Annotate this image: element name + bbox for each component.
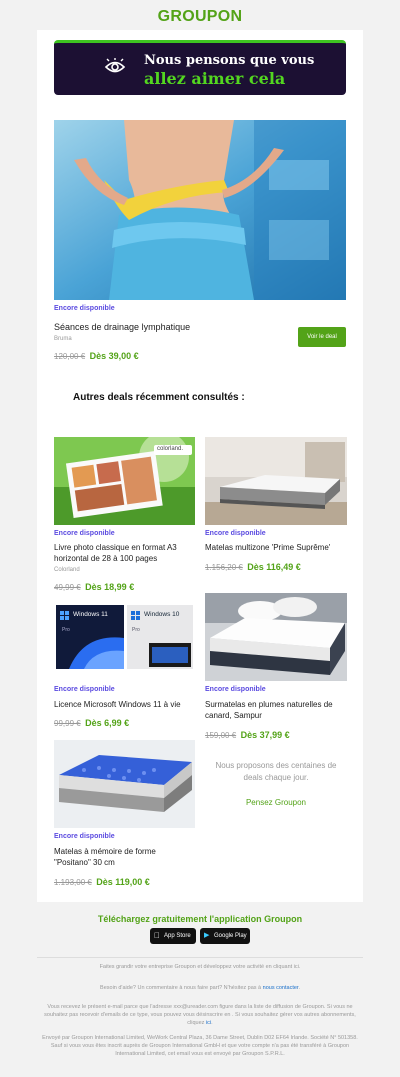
apple-icon:  [154,928,160,944]
deal-status: Encore disponible [205,686,266,693]
deal-prices: 99,99 € Dès 6,99 € [54,713,129,731]
footer-help: Besoin d'aide? Un commentaire à nous fai… [100,985,300,991]
deal-new-price: Dès 116,49 € [247,562,301,572]
deal-old-price: 1.156,20 € [205,563,243,572]
more-deals-text: Nous proposons des centaines de deals ch… [215,761,337,782]
win11-label: Windows 11 [73,611,108,618]
email-card: Nous pensons que vous allez aimer cela E… [37,30,363,902]
deal-image-windows[interactable]: Windows 11 Pro Windows 10 Pro [54,603,195,671]
featured-new-price: Dès 39,00 € [89,351,139,361]
contact-link[interactable]: nous contacter [263,985,299,991]
deal-merchant: Colorland [54,567,80,573]
win10-label: Windows 10 [144,611,180,618]
deal-image-memory-foam[interactable] [54,740,195,828]
deal-new-price: Dès 18,99 € [85,582,135,592]
featured-deal-image[interactable] [54,120,346,300]
featured-old-price: 120,00 € [54,352,86,361]
recommend-banner: Nous pensons que vous allez aimer cela [54,40,346,95]
deal-prices: 159,00 € Dès 37,99 € [205,725,290,743]
featured-title[interactable]: Séances de drainage lymphatique [54,322,284,333]
deal-old-price: 49,99 € [54,583,81,592]
groupon-logo[interactable]: GROUPON [0,8,400,26]
deal-status: Encore disponible [54,833,115,840]
deal-image-mattress[interactable] [205,437,347,525]
deal-title[interactable]: Matelas à mémoire de forme "Positano" 30… [54,846,194,868]
footer-legal-text: Vous recevez le présent e-mail parce que… [44,1004,356,1026]
deal-old-price: 99,99 € [54,719,81,728]
footer-legal-1: Vous recevez le présent e-mail parce que… [44,1004,356,1026]
deal-title[interactable]: Livre photo classique en format A3 horiz… [54,542,194,564]
featured-prices: 120,00 € Dès 39,00 € [54,346,139,364]
app-store-badge[interactable]:  App Store [150,928,196,944]
win10-pro-label: Pro [132,627,140,633]
deal-title[interactable]: Matelas multizone 'Prime Suprême' [205,542,345,553]
deal-status: Encore disponible [54,530,115,537]
deal-image-topper[interactable] [205,593,347,681]
deal-prices: 49,99 € Dès 18,99 € [54,577,134,595]
deal-new-price: Dès 6,99 € [85,718,130,728]
banner-line2: allez aimer cela [144,69,286,88]
banner-line1: Nous pensons que vous [144,53,315,68]
recent-deals-title: Autres deals récemment consultés : [73,392,245,403]
footer-legal-2: Envoyé par Groupon International Limited… [42,1035,358,1057]
footer-divider [37,957,363,958]
win11-pro-label: Pro [62,627,70,633]
eye-icon [104,58,126,73]
footer-help-text: Besoin d'aide? Un commentaire à nous fai… [100,985,262,991]
deal-status: Encore disponible [205,530,266,537]
google-play-badge[interactable]: ▶ Google Play [200,928,250,944]
deal-old-price: 1.193,00 € [54,878,92,887]
app-store-label: App Store [164,933,191,939]
featured-merchant: Bruma [54,336,72,342]
google-play-label: Google Play [214,933,247,939]
manage-subscriptions-link[interactable]: ici [206,1020,211,1026]
app-download-title: Téléchargez gratuitement l'application G… [97,914,303,924]
deal-title[interactable]: Licence Microsoft Windows 11 à vie [54,699,194,710]
featured-status: Encore disponible [54,305,115,312]
deal-image-photobook[interactable]: colorland. [54,437,195,525]
colorland-badge: colorland. [157,446,184,452]
deal-status: Encore disponible [54,686,115,693]
play-icon: ▶ [204,932,210,939]
deal-new-price: Dès 119,00 € [96,877,150,887]
deal-old-price: 159,00 € [205,731,237,740]
deal-prices: 1.193,00 € Dès 119,00 € [54,872,150,890]
deal-new-price: Dès 37,99 € [240,730,290,740]
view-deal-button[interactable]: Voir le deal [298,327,346,347]
footer-grow[interactable]: Faites grandir votre entreprise Groupon … [40,963,360,971]
think-groupon-link[interactable]: Pensez Groupon [205,798,347,807]
deal-title[interactable]: Surmatelas en plumes naturelles de canar… [205,699,345,721]
deal-prices: 1.156,20 € Dès 116,49 € [205,557,301,575]
